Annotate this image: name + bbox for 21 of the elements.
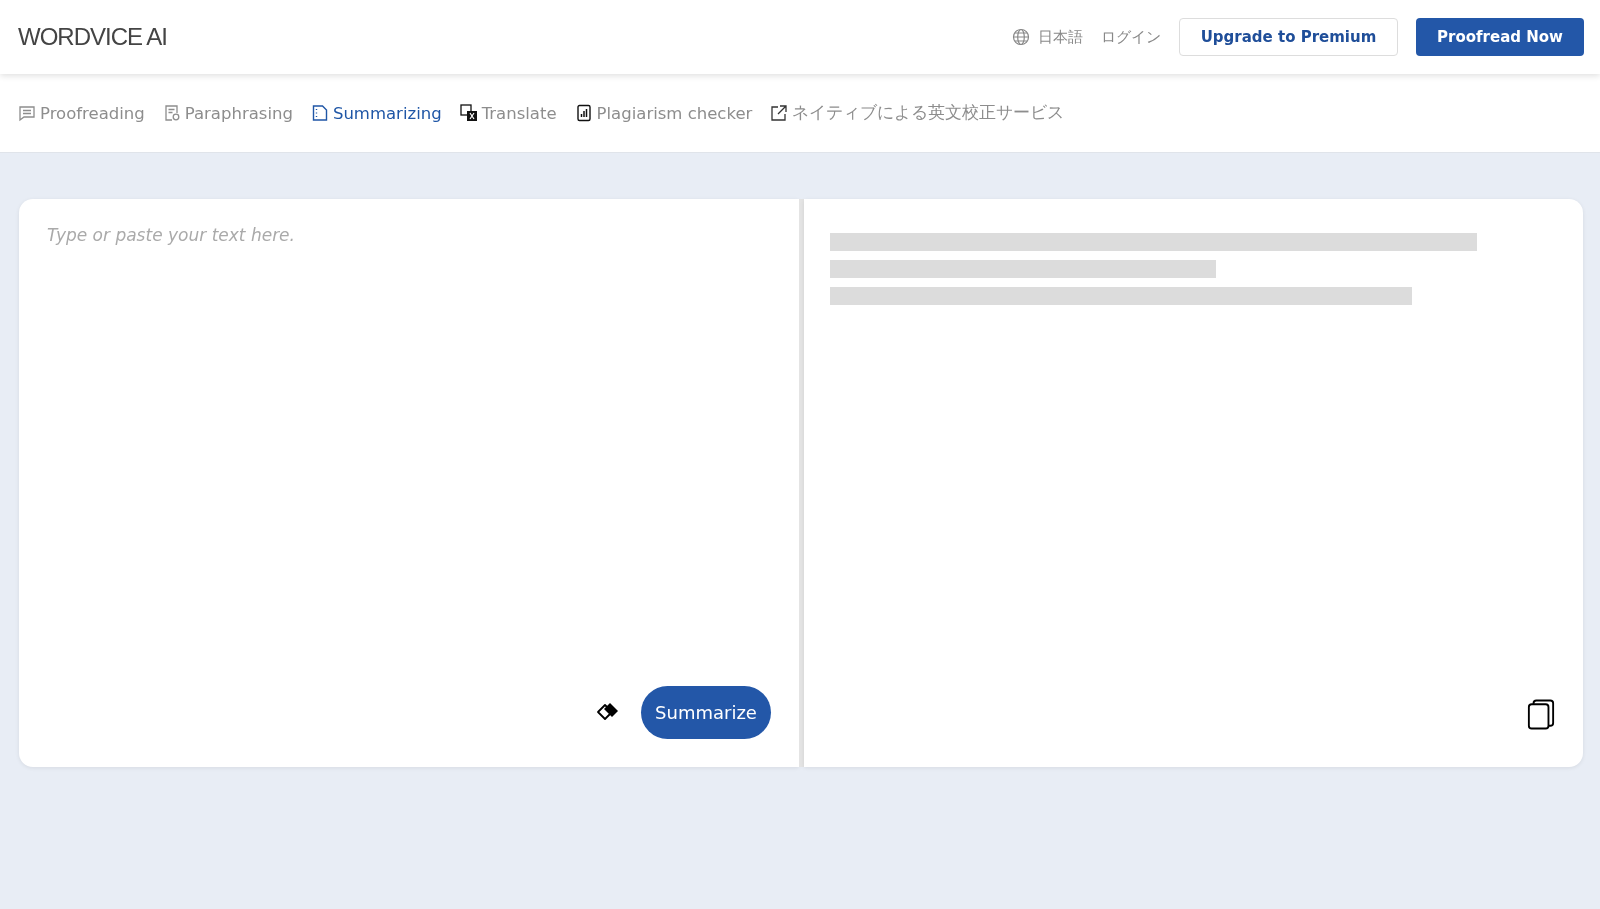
bar-chart-icon — [574, 104, 593, 122]
external-link-icon — [770, 104, 789, 122]
nav-tab[interactable]: Translate — [459, 103, 557, 123]
nav-tab[interactable]: Plagiarism checker — [574, 103, 753, 123]
speech-bubble-icon — [18, 104, 36, 122]
translate-icon — [459, 104, 478, 122]
language-link[interactable]: 日本語 — [1038, 27, 1083, 47]
document-icon — [162, 104, 181, 122]
copy-icon[interactable] — [1527, 698, 1555, 731]
nav-tab[interactable]: Summarizing — [310, 103, 442, 123]
nav-tab[interactable]: ネイティブによる英文校正サービス — [770, 102, 1065, 124]
document-icon — [310, 104, 329, 122]
text-input-field[interactable]: Type or paste your text here. Summarize — [19, 199, 799, 767]
nav-tab[interactable]: Paraphrasing — [162, 103, 293, 123]
globe-icon — [1012, 28, 1030, 46]
logo[interactable]: WORDVICE AI — [18, 23, 168, 51]
proofread-now-button[interactable]: Proofread Now — [1416, 18, 1584, 56]
upgrade-button[interactable]: Upgrade to Premium — [1179, 18, 1398, 56]
login-link[interactable]: ログイン — [1101, 27, 1161, 47]
nav-tab[interactable]: Proofreading — [18, 103, 145, 123]
summarize-button[interactable]: Summarize — [641, 686, 771, 739]
